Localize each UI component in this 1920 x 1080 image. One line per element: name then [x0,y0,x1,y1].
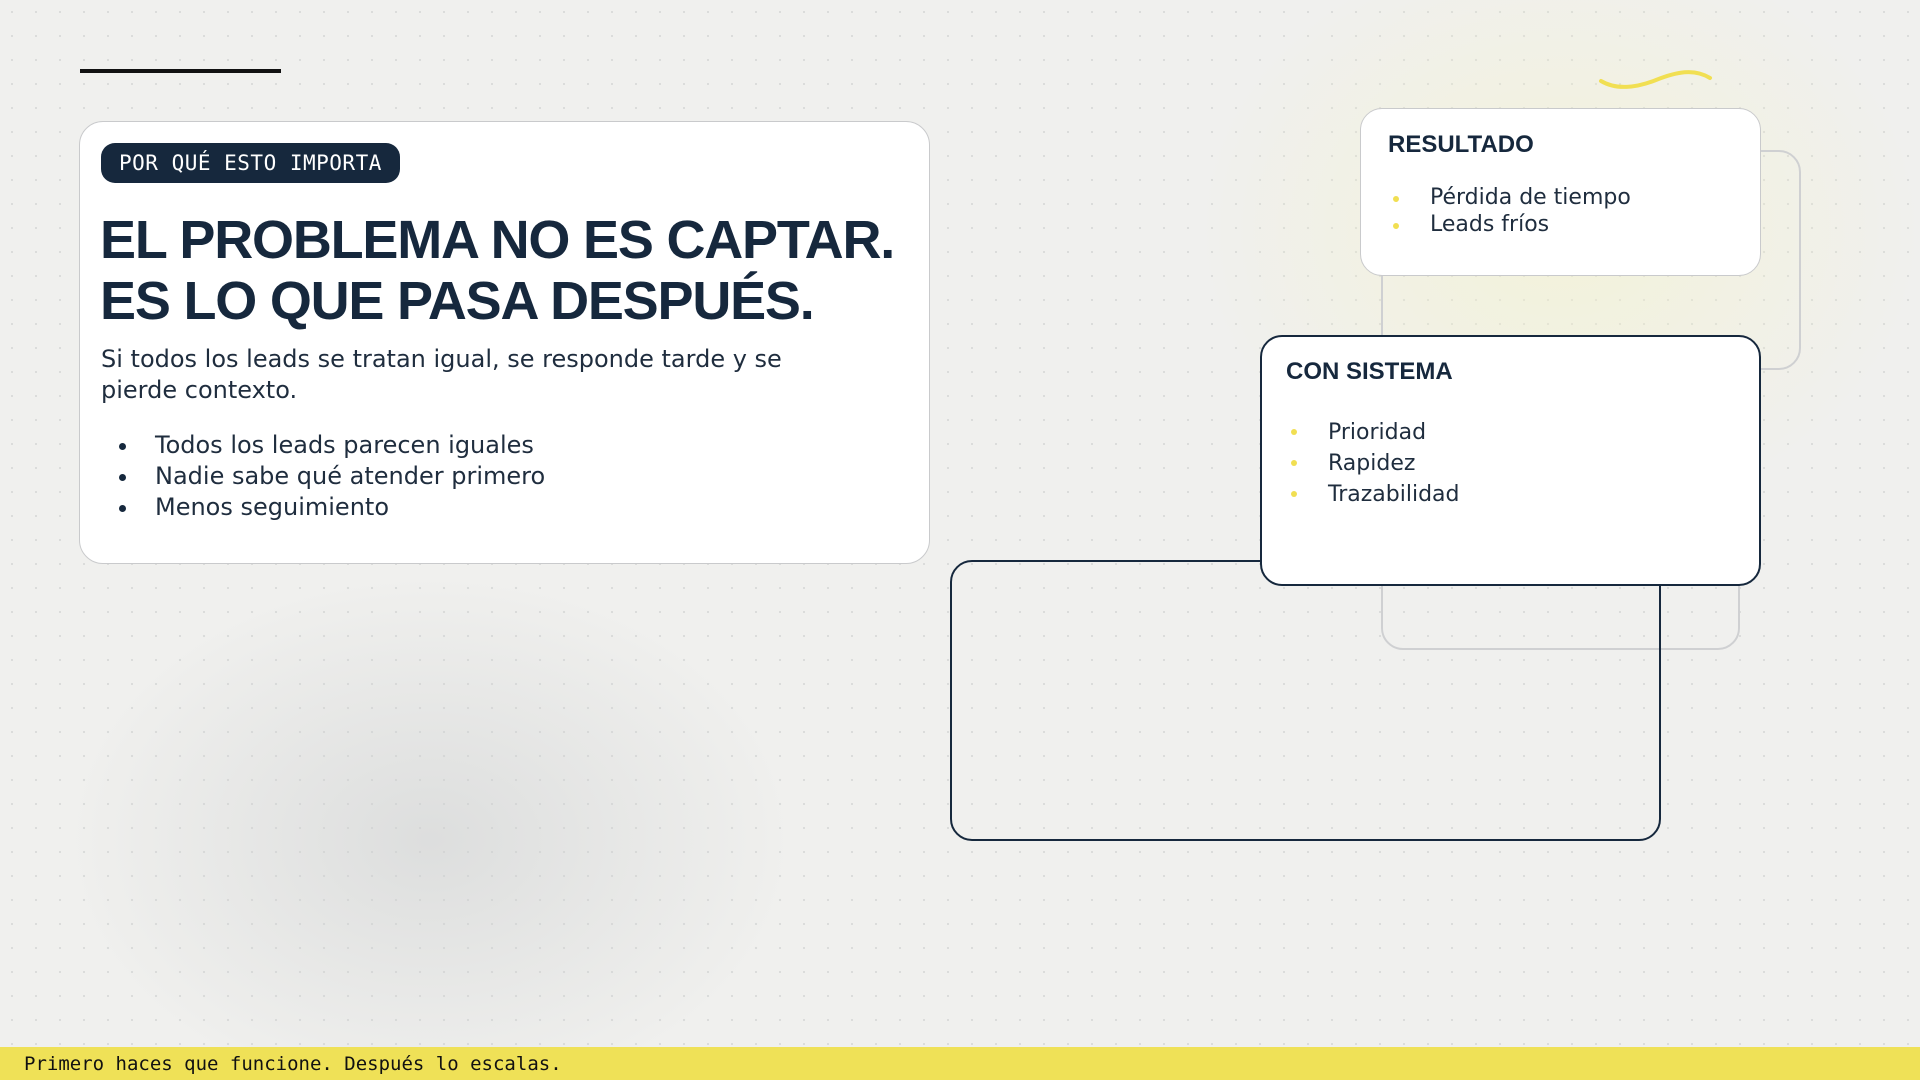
system-card-title: CON SISTEMA [1286,358,1453,385]
problem-card: POR QUÉ ESTO IMPORTA EL PROBLEMA NO ES C… [79,121,930,564]
result-card-title: RESULTADO [1388,131,1534,158]
system-list: Prioridad Rapidez Trazabilidad [1288,417,1459,510]
problem-list: Todos los leads parecen iguales Nadie sa… [101,430,545,523]
footer-text: Primero haces que funcione. Después lo e… [24,1052,562,1075]
list-item: Trazabilidad [1288,479,1459,510]
section-tag: POR QUÉ ESTO IMPORTA [101,143,400,183]
list-item: Leads fríos [1390,211,1631,238]
list-item: Prioridad [1288,417,1459,448]
list-item: Nadie sabe qué atender primero [101,461,545,492]
result-list: Pérdida de tiempo Leads fríos [1390,184,1631,238]
headline-line-1: EL PROBLEMA NO ES CAPTAR. [100,210,895,270]
footer-bar: Primero haces que funcione. Después lo e… [0,1047,1920,1080]
empty-outline-card [950,560,1661,841]
list-item: Menos seguimiento [101,492,545,523]
list-item: Pérdida de tiempo [1390,184,1631,211]
list-item: Rapidez [1288,448,1459,479]
headline: EL PROBLEMA NO ES CAPTAR. ES LO QUE PASA… [100,210,920,332]
system-card: CON SISTEMA Prioridad Rapidez Trazabilid… [1260,335,1761,586]
lede-text: Si todos los leads se tratan igual, se r… [101,345,782,404]
squiggle-decoration [1599,70,1712,89]
top-accent-rule [80,69,281,73]
result-card: RESULTADO Pérdida de tiempo Leads fríos [1360,108,1761,276]
headline-line-2: ES LO QUE PASA DESPUÉS. [100,271,815,331]
list-item: Todos los leads parecen iguales [101,430,545,461]
